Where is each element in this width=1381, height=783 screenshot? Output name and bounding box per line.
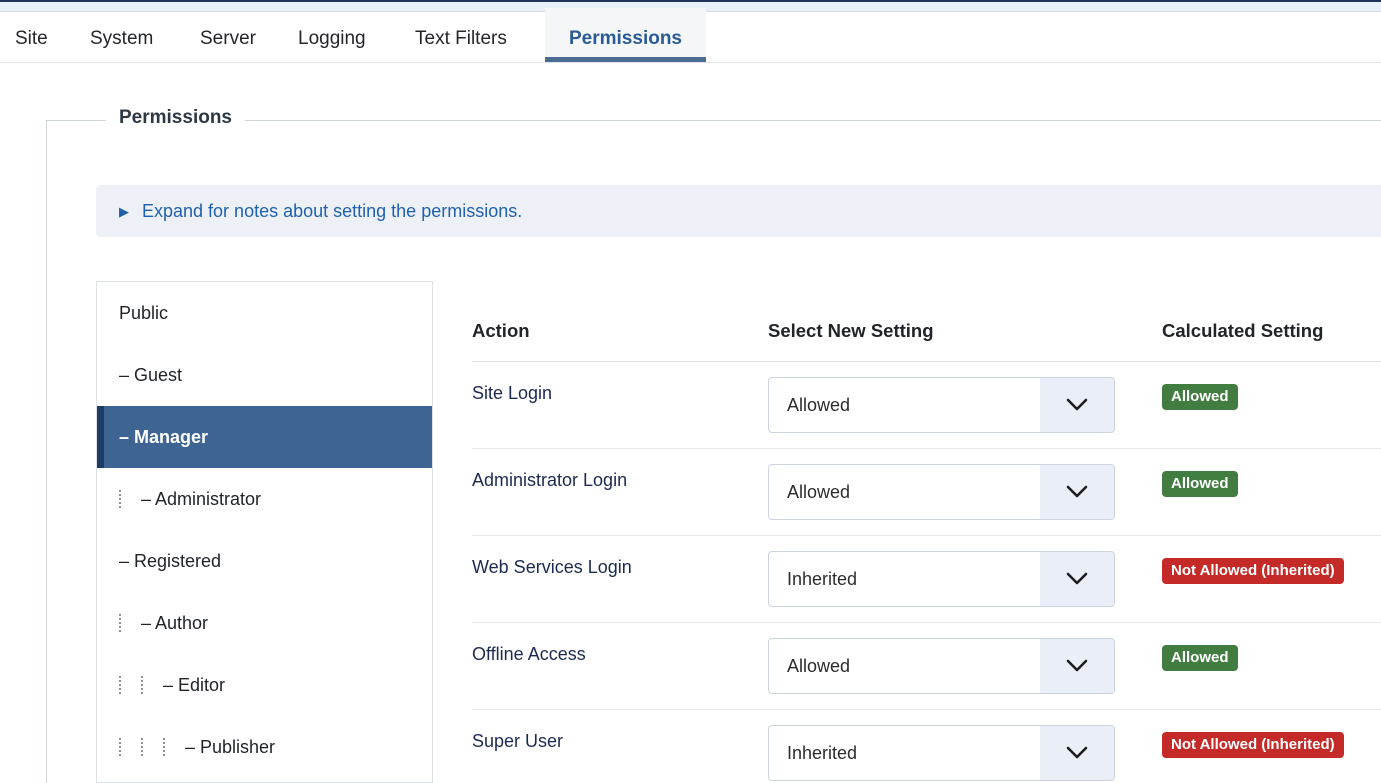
group-item-guest[interactable]: – Guest [97,344,432,406]
configuration-tab-bar: Site System Server Logging Text Filters … [0,12,1381,63]
notes-toggle-label: Expand for notes about setting the permi… [142,201,522,222]
action-label: Offline Access [472,644,586,665]
calculated-setting-badge: Allowed [1162,384,1238,410]
action-label: Administrator Login [472,470,627,491]
setting-select-web-services-login[interactable]: Inherited [768,551,1115,607]
permissions-notes-toggle[interactable]: ▶ Expand for notes about setting the per… [96,185,1381,237]
level-indicator-icon [119,614,121,632]
permissions-panel-top-border [46,120,1381,121]
table-row-super-user: Super User Inherited Not Allowed (Inheri… [472,710,1381,783]
action-label: Super User [472,731,563,752]
group-label: – Registered [119,551,221,572]
selected-option-label: Allowed [787,378,850,432]
column-header-action: Action [472,320,530,342]
table-row-offline-access: Offline Access Allowed Allowed [472,623,1381,710]
group-item-author[interactable]: – Author [97,592,432,654]
table-row-site-login: Site Login Allowed Allowed [472,362,1381,449]
setting-select-administrator-login[interactable]: Allowed [768,464,1115,520]
chevron-down-icon [1040,726,1114,780]
group-item-registered[interactable]: – Registered [97,530,432,592]
tab-text-filters[interactable]: Text Filters [415,24,507,54]
level-indicator-icon [141,738,143,756]
calculated-setting-badge: Not Allowed (Inherited) [1162,732,1344,758]
user-group-list: Public – Guest – Manager – Administrator… [96,281,433,783]
calculated-setting-badge: Allowed [1162,645,1238,671]
active-tab-underline [545,57,706,62]
level-indicator-icon [163,738,165,756]
tab-logging[interactable]: Logging [298,24,366,54]
table-row-administrator-login: Administrator Login Allowed Allowed [472,449,1381,536]
setting-select-site-login[interactable]: Allowed [768,377,1115,433]
chevron-down-icon [1040,465,1114,519]
group-label: – Guest [119,365,182,386]
selected-option-label: Allowed [787,639,850,693]
column-header-calculated-setting: Calculated Setting [1162,320,1323,342]
group-label: Public [119,303,168,324]
tab-site[interactable]: Site [15,24,48,54]
selected-option-label: Inherited [787,726,857,780]
group-label: – Publisher [185,737,275,758]
action-label: Web Services Login [472,557,632,578]
group-item-administrator[interactable]: – Administrator [97,468,432,530]
setting-select-offline-access[interactable]: Allowed [768,638,1115,694]
group-label: – Administrator [141,489,261,510]
tab-permissions[interactable]: Permissions [545,24,706,54]
selected-option-label: Allowed [787,465,850,519]
permissions-table: Action Select New Setting Calculated Set… [472,300,1381,783]
column-header-select-new-setting: Select New Setting [768,320,934,342]
tab-system[interactable]: System [90,24,153,54]
group-label: – Editor [163,675,225,696]
level-indicator-icon [141,676,143,694]
group-item-editor[interactable]: – Editor [97,654,432,716]
permissions-table-header: Action Select New Setting Calculated Set… [472,300,1381,362]
group-item-public[interactable]: Public [97,282,432,344]
triangle-right-icon: ▶ [119,205,129,218]
level-indicator-icon [119,676,121,694]
group-item-publisher[interactable]: – Publisher [97,716,432,778]
chevron-down-icon [1040,378,1114,432]
chevron-down-icon [1040,552,1114,606]
table-row-web-services-login: Web Services Login Inherited Not Allowed… [472,536,1381,623]
level-indicator-icon [119,738,121,756]
group-item-manager[interactable]: – Manager [97,406,432,468]
action-label: Site Login [472,383,552,404]
tab-server[interactable]: Server [200,24,256,54]
calculated-setting-badge: Not Allowed (Inherited) [1162,558,1344,584]
chevron-down-icon [1040,639,1114,693]
group-label: – Manager [119,427,208,448]
group-label: – Author [141,613,208,634]
global-configuration-page: Site System Server Logging Text Filters … [0,0,1381,783]
calculated-setting-badge: Allowed [1162,471,1238,497]
permissions-panel-left-border [46,120,47,783]
selected-option-label: Inherited [787,552,857,606]
permissions-panel-legend: Permissions [106,107,245,129]
level-indicator-icon [119,490,121,508]
setting-select-super-user[interactable]: Inherited [768,725,1115,781]
